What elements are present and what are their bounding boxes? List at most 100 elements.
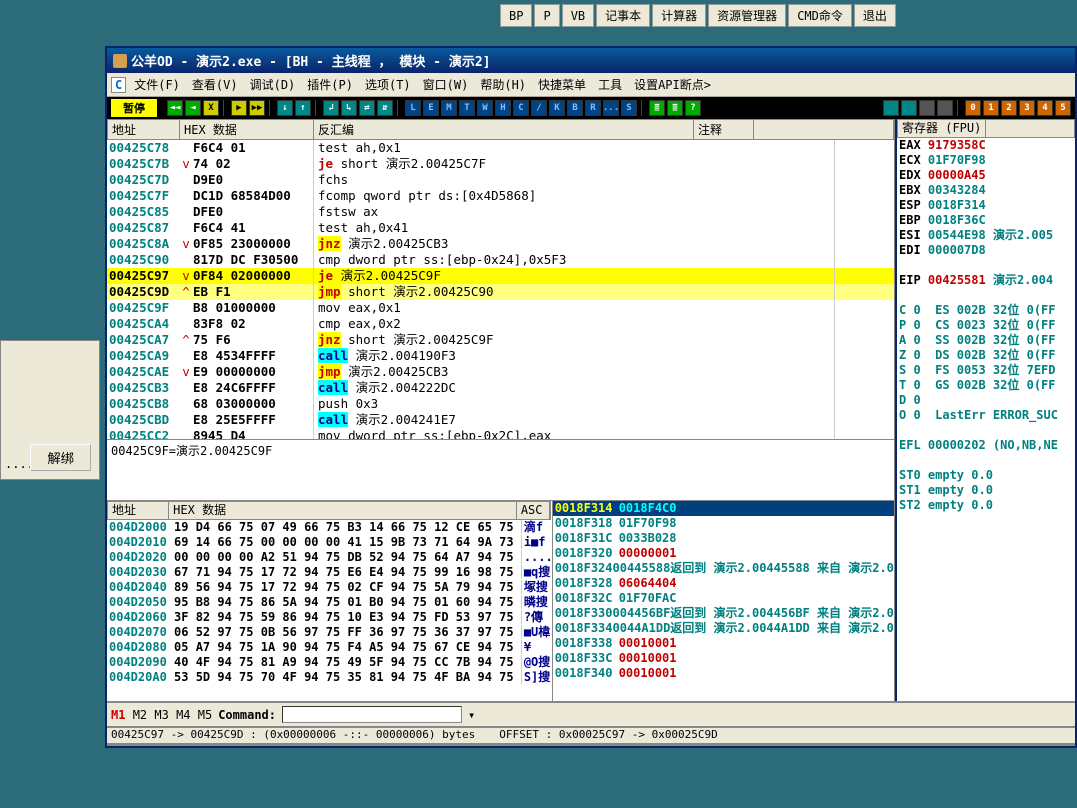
disasm-row[interactable]: 00425C97v0F84 02000000je 演示2.00425C9F [107,268,894,284]
dump-row[interactable]: 004D2010 69 14 66 75 00 00 00 00 41 15 9… [109,535,551,550]
toolbar-btn-记事本[interactable]: 记事本 [596,4,650,27]
menu-item[interactable]: 选项(T) [361,75,415,94]
toolbar-button[interactable] [919,100,935,116]
disasm-row[interactable]: 00425C8Av0F85 23000000jnz 演示2.00425CB3 [107,236,894,252]
flags-line[interactable]: C 0 ES 002B 32位 0(FF [897,303,1075,318]
registers-pane[interactable]: 寄存器 (FPU) EAX 9179358CECX 01F70F98EDX 00… [895,119,1075,701]
c-icon[interactable]: C [111,77,126,93]
toolbar-button[interactable]: ◄ [185,100,201,116]
disasm-row[interactable]: 00425C9FB8 01000000mov eax,0x1 [107,300,894,316]
toolbar-button[interactable]: B [567,100,583,116]
dump-row[interactable]: 004D2040 89 56 94 75 17 72 94 75 02 CF 9… [109,580,551,595]
disasm-row[interactable]: 00425CB3E8 24C6FFFFcall 演示2.004222DC [107,380,894,396]
flags-line[interactable]: T 0 GS 002B 32位 0(FF [897,378,1075,393]
m-button-M1[interactable]: M1 [111,708,133,722]
bookmark-5[interactable]: 5 [1055,100,1071,116]
menu-item[interactable]: 调试(D) [246,75,300,94]
disasm-row[interactable]: 00425C85DFE0fstsw ax [107,204,894,220]
m-button-M3[interactable]: M3 [154,708,176,722]
flags-line[interactable]: S 0 FS 0053 32位 7EFD [897,363,1075,378]
menu-item[interactable]: 插件(P) [303,75,357,94]
register-ESP[interactable]: ESP 0018F314 [897,198,1075,213]
register-EIP[interactable]: EIP 00425581 演示2.004 [897,273,1075,288]
toolbar-button[interactable]: H [495,100,511,116]
menu-item[interactable]: 窗口(W) [419,75,473,94]
menu-item[interactable]: 查看(V) [188,75,242,94]
disasm-row[interactable]: 00425C7Bv74 02je short 演示2.00425C7F [107,156,894,172]
stack-row[interactable]: 0018F33C00010001 [553,651,894,666]
stack-row[interactable]: 0018F31801F70F98 [553,516,894,531]
titlebar[interactable]: 公羊OD - 演示2.exe - [BH - 主线程 ， 模块 - 演示2] [107,48,1075,73]
hexdump-pane[interactable]: 地址HEX 数据ASC 004D2000 19 D4 66 75 07 49 6… [107,501,551,701]
bookmark-4[interactable]: 4 [1037,100,1053,116]
disasm-row[interactable]: 00425CA7^75 F6jnz short 演示2.00425C9F [107,332,894,348]
column-header[interactable]: 注释 [694,120,754,139]
flags-line[interactable]: O 0 LastErr ERROR_SUC [897,408,1075,423]
toolbar-button[interactable] [883,100,899,116]
disasm-row[interactable]: 00425C9D^EB F1jmp short 演示2.00425C90 [107,284,894,300]
toolbar-button[interactable]: ◄◄ [167,100,183,116]
toolbar-button[interactable]: R [585,100,601,116]
disasm-row[interactable]: 00425C87F6C4 41test ah,0x41 [107,220,894,236]
toolbar-btn-BP[interactable]: BP [500,4,532,27]
toolbar-btn-退出[interactable]: 退出 [854,4,896,27]
toolbar-button[interactable]: W [477,100,493,116]
m-button-M2[interactable]: M2 [133,708,155,722]
column-header[interactable]: 反汇编 [314,120,694,139]
fpu-line[interactable]: ST1 empty 0.0 [897,483,1075,498]
column-header[interactable]: HEX 数据 [180,120,314,139]
disassembly-pane[interactable]: 地址HEX 数据反汇编注释 00425C78F6C4 01test ah,0x1… [107,119,894,439]
register-EDX[interactable]: EDX 00000A45 [897,168,1075,183]
stack-row[interactable]: 0018F32000000001 [553,546,894,561]
dump-row[interactable]: 004D2090 40 4F 94 75 81 A9 94 75 49 5F 9… [109,655,551,670]
m-button-M5[interactable]: M5 [198,708,212,722]
toolbar-button[interactable]: ≣ [667,100,683,116]
dump-row[interactable]: 004D2060 3F 82 94 75 59 86 94 75 10 E3 9… [109,610,551,625]
m-button-M4[interactable]: M4 [176,708,198,722]
toolbar-btn-CMD命令[interactable]: CMD命令 [788,4,852,27]
toolbar-button[interactable]: ... [603,100,619,116]
column-header[interactable]: 地址 [108,120,180,139]
toolbar-button[interactable]: ↲ [323,100,339,116]
toolbar-button[interactable] [937,100,953,116]
fpu-line[interactable]: ST0 empty 0.0 [897,468,1075,483]
toolbar-button[interactable]: ⇵ [377,100,393,116]
bookmark-1[interactable]: 1 [983,100,999,116]
dump-row[interactable]: 004D2080 05 A7 94 75 1A 90 94 75 F4 A5 9… [109,640,551,655]
register-EAX[interactable]: EAX 9179358C [897,138,1075,153]
dump-row[interactable]: 004D2020 00 00 00 00 A2 51 94 75 DB 52 9… [109,550,551,565]
register-ECX[interactable]: ECX 01F70F98 [897,153,1075,168]
stack-row[interactable]: 0018F33800010001 [553,636,894,651]
dump-row[interactable]: 004D2070 06 52 97 75 0B 56 97 75 FF 36 9… [109,625,551,640]
toolbar-btn-VB[interactable]: VB [562,4,594,27]
flags-line[interactable]: A 0 SS 002B 32位 0(FF [897,333,1075,348]
stack-row[interactable]: 0018F330004456BF返回到 演示2.004456BF 来自 演示2.… [553,606,894,621]
disasm-row[interactable]: 00425CBDE8 25E5FFFFcall 演示2.004241E7 [107,412,894,428]
efl-line[interactable]: EFL 00000202 (NO,NB,NE [897,438,1075,453]
register-EBX[interactable]: EBX 00343284 [897,183,1075,198]
stack-row[interactable]: 0018F3140018F4C0 [553,501,894,516]
column-header[interactable]: 地址 [108,502,169,519]
toolbar-button[interactable]: / [531,100,547,116]
stack-row[interactable]: 0018F31C0033B028 [553,531,894,546]
disasm-row[interactable]: 00425CB868 03000000push 0x3 [107,396,894,412]
flags-line[interactable]: D 0 [897,393,1075,408]
stack-row[interactable]: 0018F32C01F70FAC [553,591,894,606]
toolbar-button[interactable]: E [423,100,439,116]
menu-item[interactable]: 快捷菜单 [534,75,590,94]
dropdown-icon[interactable]: ▾ [468,708,475,722]
dump-row[interactable]: 004D20A0 53 5D 94 75 70 4F 94 75 35 81 9… [109,670,551,685]
toolbar-button[interactable]: ? [685,100,701,116]
stack-row[interactable]: 0018F34000010001 [553,666,894,681]
disasm-row[interactable]: 00425CAEvE9 00000000jmp 演示2.00425CB3 [107,364,894,380]
stack-row[interactable]: 0018F32400445588返回到 演示2.00445588 来自 演示2.… [553,561,894,576]
register-EBP[interactable]: EBP 0018F36C [897,213,1075,228]
bookmark-3[interactable]: 3 [1019,100,1035,116]
dump-row[interactable]: 004D2030 67 71 94 75 17 72 94 75 E6 E4 9… [109,565,551,580]
toolbar-button[interactable]: ⇄ [359,100,375,116]
toolbar-button[interactable]: ↑ [295,100,311,116]
command-input[interactable] [282,706,462,723]
toolbar-btn-P[interactable]: P [534,4,559,27]
menu-item[interactable]: 帮助(H) [476,75,530,94]
unbind-button[interactable]: 解绑 [30,444,91,471]
